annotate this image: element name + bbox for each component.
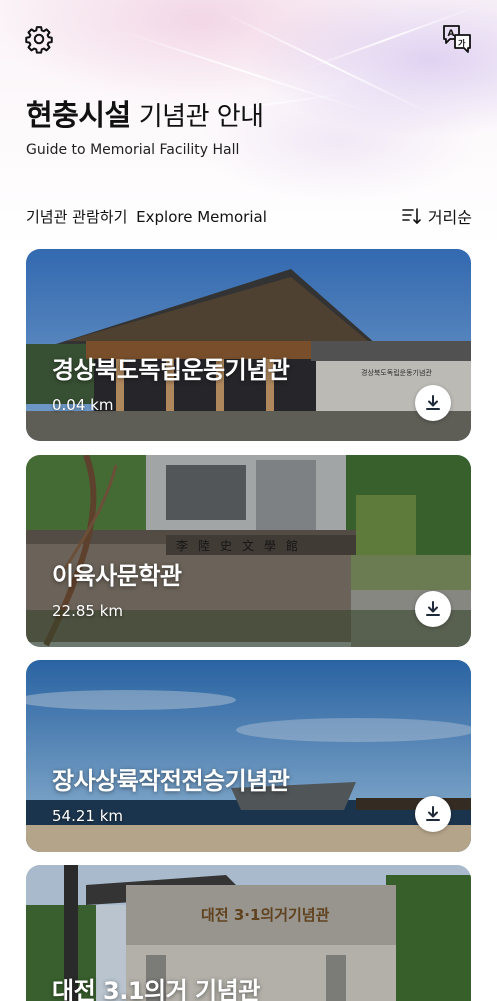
download-button[interactable]	[415, 385, 451, 421]
memorial-card[interactable]: 장사상륙작전전승기념관 54.21 km	[26, 660, 471, 852]
page-title-rest: 기념관 안내	[138, 102, 264, 132]
memorial-distance: 54.21 km	[52, 807, 124, 825]
translate-icon: A 가	[443, 25, 471, 53]
download-icon	[426, 806, 440, 821]
memorial-card[interactable]: 대전 3·1의거기념관 대전 3.1의거 기념관	[26, 865, 471, 1001]
translate-button[interactable]: A 가	[440, 22, 474, 56]
svg-text:A: A	[448, 29, 455, 39]
page-title-bold: 현충시설	[26, 98, 131, 132]
download-button[interactable]	[415, 591, 451, 627]
memorial-card[interactable]: 경상북도독립운동기념관 경상북도독립운동기념관 0.04 km	[26, 249, 471, 441]
sort-button[interactable]: 거리순	[402, 204, 472, 228]
section-title: 기념관 관람하기 Explore Memorial	[26, 206, 267, 227]
memorial-card[interactable]: 李陸史文學館 이육사문학관 22.85 km	[26, 455, 471, 647]
sort-icon	[402, 208, 421, 224]
memorial-distance: 0.04 km	[52, 396, 114, 414]
memorial-name: 대전 3.1의거 기념관	[52, 977, 260, 1001]
section-title-en: Explore Memorial	[136, 207, 267, 226]
section-title-ko: 기념관 관람하기	[26, 207, 128, 226]
sort-label: 거리순	[427, 208, 472, 227]
memorial-distance: 22.85 km	[52, 602, 124, 620]
page-header: 현충시설 기념관 안내 Guide to Memorial Facility H…	[26, 92, 264, 158]
memorial-name: 장사상륙작전전승기념관	[52, 767, 290, 795]
memorial-name: 이육사문학관	[52, 562, 182, 590]
download-icon	[426, 601, 440, 616]
memorial-name: 경상북도독립운동기념관	[52, 356, 290, 384]
page-subtitle: Guide to Memorial Facility Hall	[26, 142, 240, 158]
settings-button[interactable]	[22, 22, 56, 56]
section-header: 기념관 관람하기 Explore Memorial 거리순	[26, 203, 472, 229]
download-icon	[426, 395, 440, 410]
svg-text:가: 가	[458, 38, 466, 48]
download-button[interactable]	[415, 796, 451, 832]
gear-icon	[25, 26, 53, 54]
